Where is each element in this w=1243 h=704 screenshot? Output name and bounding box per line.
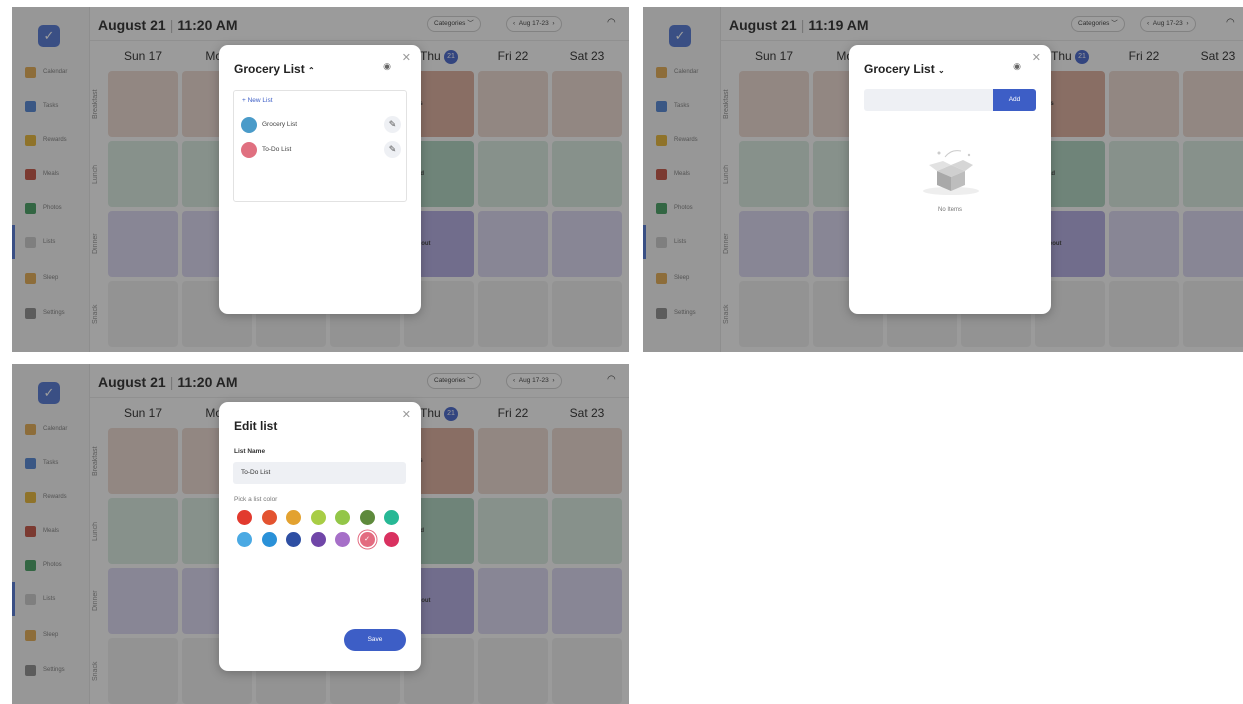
color-swatch[interactable] bbox=[335, 510, 350, 525]
empty-state-text: No Items bbox=[937, 207, 962, 213]
color-swatch[interactable] bbox=[384, 510, 399, 525]
color-picker-label: Pick a list color bbox=[234, 496, 278, 503]
color-swatch[interactable] bbox=[286, 510, 301, 525]
empty-box-illustration bbox=[923, 150, 979, 195]
color-swatch[interactable] bbox=[310, 510, 326, 525]
check-icon: ✓ bbox=[364, 536, 370, 543]
color-swatch[interactable]: ✓ bbox=[359, 532, 375, 547]
list-item-name: Grocery List bbox=[262, 121, 298, 128]
add-button[interactable]: Add bbox=[993, 89, 1036, 111]
list-name-input[interactable]: To-Do List bbox=[233, 462, 406, 484]
edit-list-modal: Edit list ✕ List Name To-Do List Pick a … bbox=[219, 402, 421, 671]
screen-grocery-list-dropdown: ✓ Calendar Tasks Rewards Meals Photos Lists Sl… bbox=[12, 7, 629, 352]
color-swatch[interactable] bbox=[237, 510, 252, 525]
pencil-icon[interactable]: ✎ bbox=[384, 141, 401, 158]
list-selector-title[interactable]: Grocery List ⌃ bbox=[234, 62, 315, 76]
list-item[interactable]: Grocery List ✎ bbox=[241, 116, 401, 134]
color-swatch[interactable] bbox=[359, 510, 375, 525]
close-icon[interactable]: ✕ bbox=[402, 408, 411, 421]
eye-icon[interactable]: ◉ bbox=[383, 61, 391, 72]
modal-title: Edit list bbox=[234, 419, 278, 433]
color-swatch[interactable] bbox=[335, 532, 350, 547]
close-icon[interactable]: ✕ bbox=[1032, 51, 1041, 64]
color-swatch[interactable] bbox=[286, 532, 301, 547]
list-color-dot bbox=[241, 142, 257, 158]
list-dropdown: + New List Grocery List ✎ To-Do List ✎ bbox=[233, 90, 407, 202]
eye-icon[interactable]: ◉ bbox=[1013, 61, 1021, 72]
list-item-name: To-Do List bbox=[262, 146, 292, 153]
color-swatch[interactable] bbox=[261, 510, 277, 525]
grocery-list-modal: Grocery List ⌄ ◉ ✕ Add No Items bbox=[849, 45, 1051, 314]
color-swatch[interactable] bbox=[384, 532, 399, 547]
list-item[interactable]: To-Do List ✎ bbox=[241, 141, 401, 159]
list-name-label: List Name bbox=[234, 448, 266, 455]
color-swatch[interactable] bbox=[237, 532, 252, 547]
color-swatch[interactable] bbox=[310, 532, 326, 547]
screen-edit-list: ✓ Calendar Tasks Rewards Meals Photos Lists Sl… bbox=[12, 364, 629, 704]
save-button[interactable]: Save bbox=[344, 629, 406, 651]
add-item-input[interactable] bbox=[864, 89, 994, 111]
color-swatch[interactable] bbox=[261, 532, 277, 547]
close-icon[interactable]: ✕ bbox=[402, 51, 411, 64]
new-list-link[interactable]: + New List bbox=[242, 97, 273, 104]
list-selector-title[interactable]: Grocery List ⌄ bbox=[864, 62, 945, 76]
list-color-dot bbox=[241, 117, 257, 133]
grocery-list-modal: Grocery List ⌃ ◉ ✕ + New List Grocery Li… bbox=[219, 45, 421, 314]
screen-grocery-list-empty: ✓ Calendar Tasks Rewards Meals Photos Lists Sl… bbox=[643, 7, 1243, 352]
pencil-icon[interactable]: ✎ bbox=[384, 116, 401, 133]
